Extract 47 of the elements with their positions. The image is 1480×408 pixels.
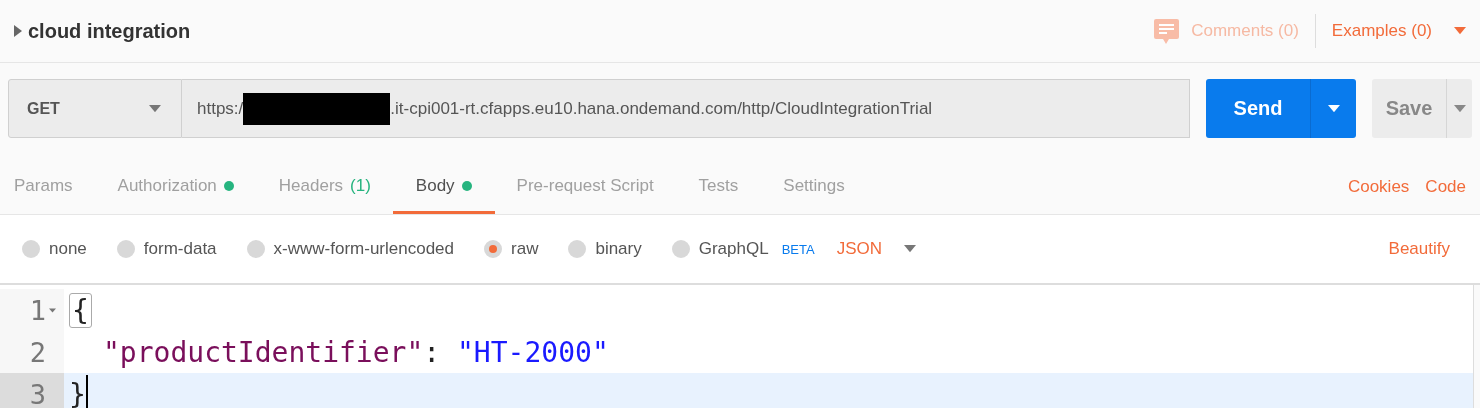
request-title: cloud integration <box>28 19 191 43</box>
send-button[interactable]: Send <box>1206 79 1310 138</box>
code-token: "productIdentifier" <box>103 335 424 369</box>
body-type-radio[interactable]: binary <box>568 239 642 259</box>
line-number: 2 <box>29 336 46 368</box>
line-number: 3 <box>29 378 46 408</box>
code-token: } <box>69 377 86 408</box>
request-tab[interactable]: Authorization <box>117 166 234 214</box>
line-number: 1 <box>29 294 46 326</box>
comments-link[interactable]: Comments (0) <box>1191 21 1299 41</box>
radio-circle[interactable] <box>484 240 502 258</box>
url-field[interactable]: https:/ .it-cpi001-rt.cfapps.eu10.hana.ondemand.com/http/CloudIntegrationTrial <box>182 79 1190 138</box>
caret-icon <box>904 245 916 253</box>
radio-circle[interactable] <box>246 240 265 258</box>
radio-circle[interactable] <box>22 240 40 258</box>
request-tab[interactable]: Pre-request Script <box>516 166 654 214</box>
radio-circle[interactable] <box>671 240 690 258</box>
caret-icon <box>1327 104 1340 113</box>
request-tab[interactable]: Params <box>14 166 73 214</box>
caret-icon <box>1453 104 1466 113</box>
body-type-radio[interactable]: raw <box>484 239 539 259</box>
header-link[interactable]: Code <box>1425 177 1466 203</box>
comment-icon <box>1154 17 1180 45</box>
body-type-radio[interactable]: none <box>22 239 87 259</box>
radio-circle[interactable] <box>116 240 135 258</box>
beta-label: BETA <box>781 241 815 257</box>
caret-icon <box>149 104 161 113</box>
code-token: : <box>423 335 442 369</box>
beautify-link[interactable]: Beautify <box>1388 239 1458 259</box>
caret-icon <box>1454 27 1466 35</box>
save-button[interactable]: Save <box>1372 79 1446 138</box>
request-tab[interactable]: Settings <box>783 166 845 214</box>
code-token: "HT-2000" <box>457 335 609 369</box>
text-cursor <box>85 375 88 408</box>
header-link[interactable]: Cookies <box>1347 177 1410 203</box>
request-tab[interactable]: Tests <box>698 166 739 214</box>
body-type-radio[interactable]: form-data <box>116 239 217 259</box>
method-dropdown[interactable]: GET <box>8 79 182 138</box>
tab-count: (1) <box>350 175 371 196</box>
fold-icon[interactable] <box>49 307 56 313</box>
body-type-radio[interactable]: x-www-form-urlencoded <box>246 239 454 259</box>
radio-circle[interactable] <box>568 240 587 258</box>
request-tab[interactable]: Headers (1) <box>278 166 371 214</box>
code-token: { <box>69 292 92 328</box>
examples-link[interactable]: Examples (0) <box>1331 21 1432 41</box>
format-dropdown[interactable]: JSON <box>836 239 916 259</box>
expand-arrow-icon[interactable] <box>14 25 22 37</box>
